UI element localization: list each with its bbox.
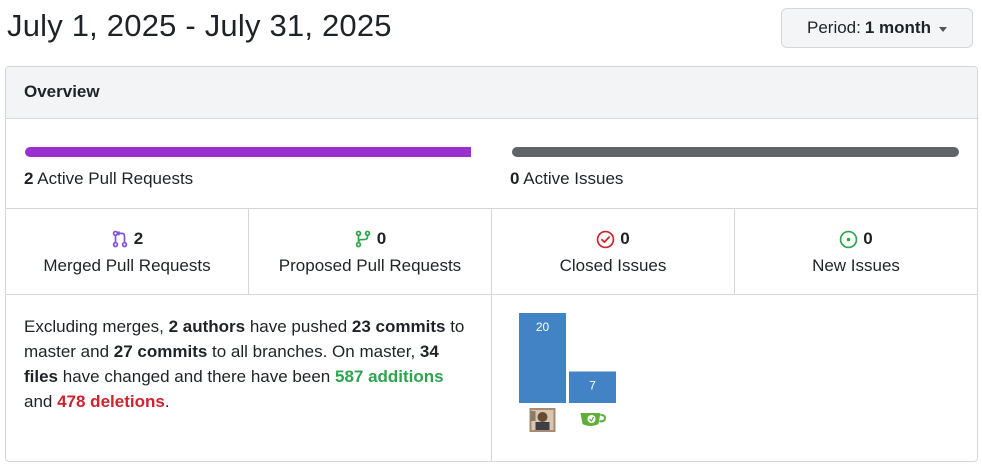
overview-header: Overview	[6, 67, 977, 119]
overview-panel: Overview 2 Active Pull Requests 0 Active…	[5, 66, 978, 462]
period-value-label: 1 month	[864, 18, 931, 37]
new-issues-count: 0	[863, 229, 873, 248]
commit-summary-row: Excluding merges, 2 authors have pushed …	[6, 295, 977, 461]
overview-title: Overview	[24, 82, 100, 101]
commits-chart-svg: 20 7	[519, 313, 616, 432]
active-issues-count: 0	[510, 169, 520, 188]
git-pull-request-icon	[355, 230, 371, 248]
active-pull-requests-link[interactable]: 2 Active Pull Requests	[24, 169, 193, 189]
stat-new-issues[interactable]: 0 New Issues	[735, 209, 977, 294]
commits-all-count: 27 commits	[113, 342, 208, 361]
stat-closed-issues[interactable]: 0 Closed Issues	[492, 209, 735, 294]
period-dropdown-button[interactable]: Period: 1 month	[781, 8, 973, 48]
closed-issues-label: Closed Issues	[559, 256, 667, 275]
commit-bar-label-0: 20	[536, 320, 550, 334]
active-issues-link[interactable]: 0 Active Issues	[510, 169, 623, 189]
git-merge-icon	[112, 230, 128, 248]
deletions-count: 478 deletions	[57, 392, 165, 411]
active-pull-requests-label: Active Pull Requests	[37, 169, 194, 188]
activity-bars-row: 2 Active Pull Requests 0 Active Issues	[6, 119, 977, 209]
merged-pull-requests-count: 2	[133, 229, 144, 248]
caret-down-icon	[938, 26, 947, 32]
author-avatar-icon[interactable]	[529, 408, 556, 432]
stats-row: 2 Merged Pull Requests 0 Proposed Pull R…	[6, 209, 977, 295]
additions-count: 587 additions	[334, 367, 444, 386]
commits-by-author-chart: 20 7	[492, 295, 977, 461]
active-issues-label: Active Issues	[523, 169, 624, 188]
active-issues-bar[interactable]	[512, 147, 959, 157]
tea-cup-logo-icon[interactable]	[580, 413, 606, 426]
stat-merged-pull-requests[interactable]: 2 Merged Pull Requests	[6, 209, 249, 294]
stat-proposed-pull-requests[interactable]: 0 Proposed Pull Requests	[249, 209, 492, 294]
proposed-pull-requests-count: 0	[376, 229, 387, 248]
proposed-pull-requests-label: Proposed Pull Requests	[278, 256, 462, 275]
commit-summary-text: Excluding merges, 2 authors have pushed …	[24, 317, 465, 411]
new-issues-label: New Issues	[812, 256, 900, 275]
date-range-title: July 1, 2025 - July 31, 2025	[7, 8, 392, 43]
issue-opened-icon	[839, 230, 858, 248]
active-pull-requests-count: 2	[24, 169, 34, 188]
authors-count: 2 authors	[168, 317, 246, 336]
page-header: July 1, 2025 - July 31, 2025 Period: 1 m…	[0, 0, 982, 60]
issue-closed-icon	[596, 230, 615, 248]
merged-pull-requests-label: Merged Pull Requests	[43, 256, 211, 275]
period-prefix-label: Period:	[807, 18, 861, 37]
closed-issues-count: 0	[620, 229, 630, 248]
commit-bar-label-1: 7	[589, 379, 596, 393]
commits-master-count: 23 commits	[351, 317, 446, 336]
active-pull-requests-bar[interactable]	[25, 147, 471, 157]
